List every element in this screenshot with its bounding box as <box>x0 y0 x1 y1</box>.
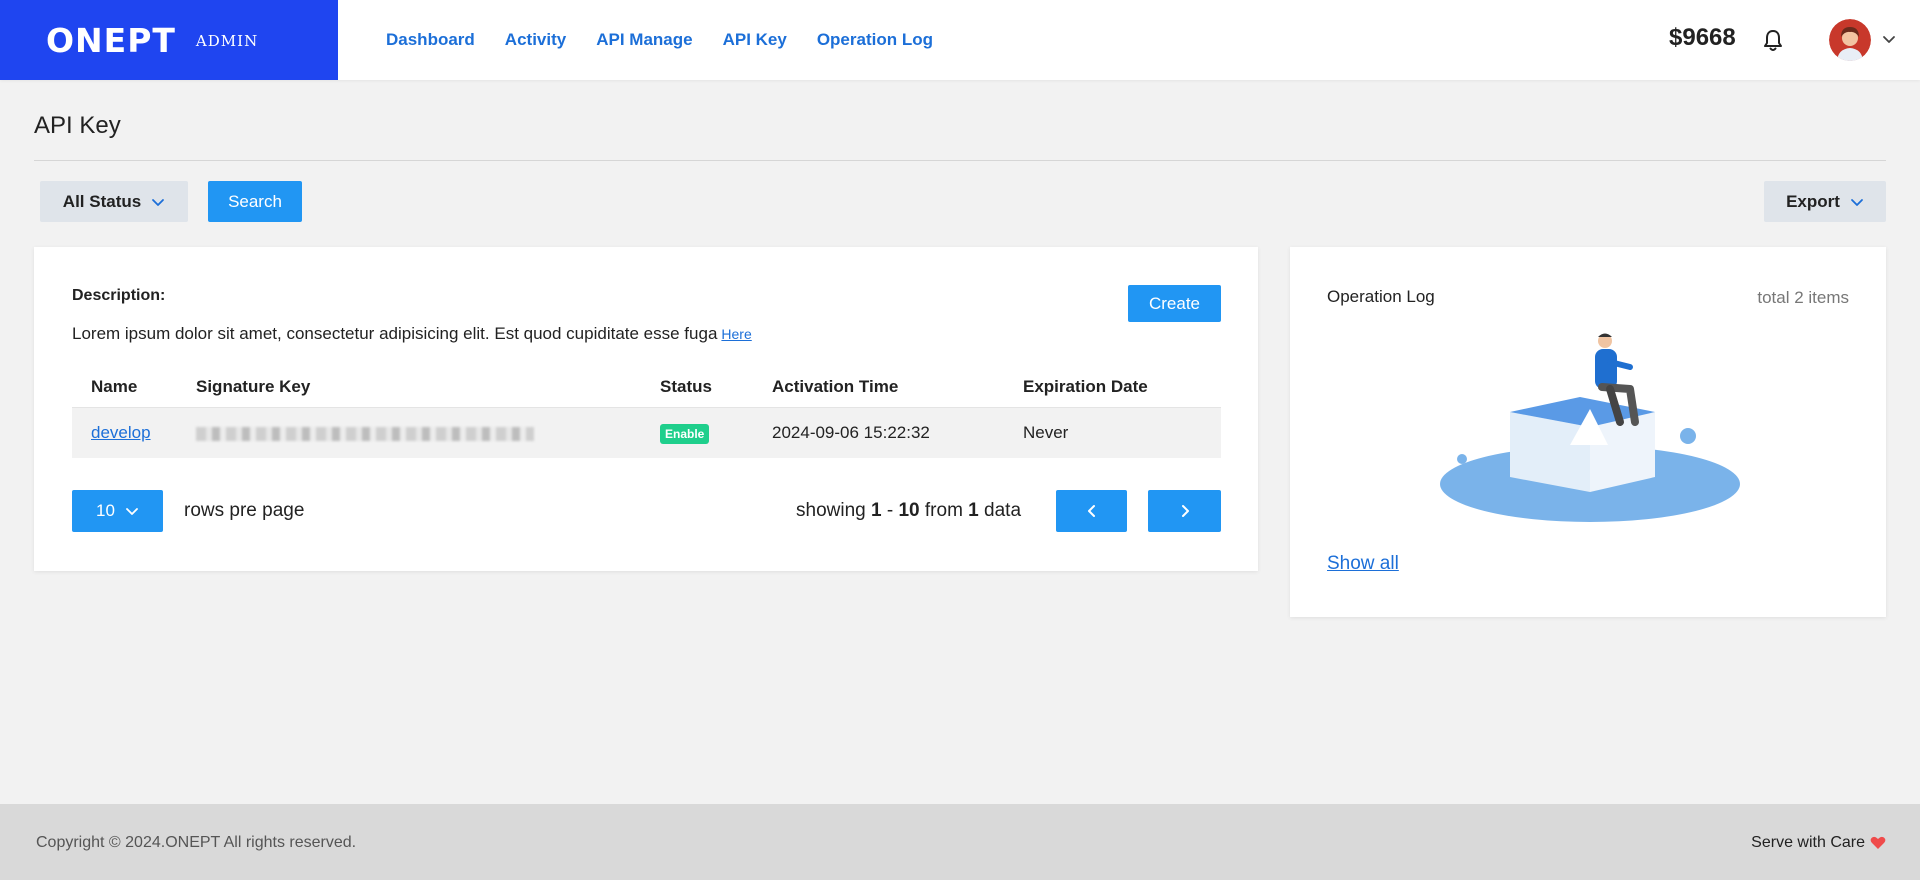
serve-text: Serve with Care <box>1751 834 1865 851</box>
nav-operation-log[interactable]: Operation Log <box>817 30 933 50</box>
status-badge: Enable <box>660 423 710 444</box>
brand-logo: ONEPT <box>46 20 176 60</box>
account-balance: $9668 <box>1669 24 1736 51</box>
total-count: 1 <box>968 500 979 521</box>
header-name: Name <box>91 377 138 396</box>
description-text: Lorem ipsum dolor sit amet, consectetur … <box>72 324 752 344</box>
header-status: Status <box>660 377 712 396</box>
export-label: Export <box>1786 191 1840 211</box>
page-size-value: 10 <box>96 501 115 520</box>
next-page-button[interactable] <box>1148 490 1221 532</box>
activation-time-cell: 2024-09-06 15:22:32 <box>772 423 930 442</box>
api-key-card: Description: Lorem ipsum dolor sit amet,… <box>34 247 1258 571</box>
page-title: API Key <box>34 112 121 139</box>
avatar[interactable] <box>1829 19 1871 61</box>
header-signature-key: Signature Key <box>196 377 311 396</box>
chevron-left-icon <box>1087 505 1095 517</box>
main-nav: Dashboard Activity API Manage API Key Op… <box>386 0 933 80</box>
search-button[interactable]: Search <box>208 181 302 222</box>
bell-icon[interactable] <box>1762 29 1784 53</box>
showing-text: showing <box>796 500 866 521</box>
title-divider <box>34 160 1886 161</box>
range-start: 1 <box>871 500 882 521</box>
chevron-down-icon <box>1851 198 1863 206</box>
operation-log-title: Operation Log <box>1327 287 1435 306</box>
serve-with-care: Serve with Care <box>1751 834 1886 852</box>
status-filter-label: All Status <box>62 191 142 211</box>
chevron-right-icon <box>1181 505 1189 517</box>
header-expiration-date: Expiration Date <box>1023 377 1148 396</box>
operation-log-total: total 2 items <box>1757 288 1849 307</box>
nav-activity[interactable]: Activity <box>505 30 566 50</box>
export-dropdown[interactable]: Export <box>1764 181 1886 222</box>
nav-dashboard[interactable]: Dashboard <box>386 30 475 50</box>
chevron-down-icon <box>152 198 165 206</box>
description-label: Description: <box>72 287 166 304</box>
heart-icon <box>1870 836 1886 849</box>
range-separator: - <box>886 500 894 521</box>
table-row: develop Enable 2024-09-06 15:22:32 Never <box>72 408 1221 458</box>
brand-block[interactable]: ONEPT ADMIN <box>0 0 338 80</box>
api-key-table: Name Signature Key Status Activation Tim… <box>72 367 1221 458</box>
from-text: from <box>924 500 963 521</box>
chevron-down-icon <box>126 508 138 515</box>
header-activation-time: Activation Time <box>772 377 899 396</box>
range-end: 10 <box>898 500 920 521</box>
chevron-down-icon[interactable] <box>1882 34 1896 44</box>
rows-per-page-label: rows pre page <box>184 500 305 521</box>
page-size-dropdown[interactable]: 10 <box>72 490 163 532</box>
pagination-summary: showing 1 - 10 from 1 data <box>796 500 1021 522</box>
description-link[interactable]: Here <box>721 326 751 342</box>
previous-page-button[interactable] <box>1056 490 1127 532</box>
operation-log-card: Operation Log total 2 items Show all <box>1290 247 1886 617</box>
nav-api-key[interactable]: API Key <box>723 30 787 50</box>
table-header: Name Signature Key Status Activation Tim… <box>72 367 1221 408</box>
description-body: Lorem ipsum dolor sit amet, consectetur … <box>72 324 718 343</box>
create-button[interactable]: Create <box>1128 285 1221 322</box>
expiration-date-cell: Never <box>1023 423 1069 442</box>
signature-key-redacted <box>196 426 534 441</box>
empty-state-illustration <box>1440 333 1740 522</box>
key-name-link[interactable]: develop <box>91 423 151 442</box>
show-all-link[interactable]: Show all <box>1327 553 1399 575</box>
copyright-text: Copyright © 2024.ONEPT All rights reserv… <box>36 834 357 851</box>
top-header: ONEPT ADMIN Dashboard Activity API Manag… <box>0 0 1920 80</box>
nav-api-manage[interactable]: API Manage <box>596 30 692 50</box>
data-text: data <box>984 500 1022 521</box>
page-footer: Copyright © 2024.ONEPT All rights reserv… <box>0 804 1920 880</box>
status-filter-dropdown[interactable]: All Status <box>40 181 188 222</box>
brand-subtitle: ADMIN <box>195 32 259 50</box>
